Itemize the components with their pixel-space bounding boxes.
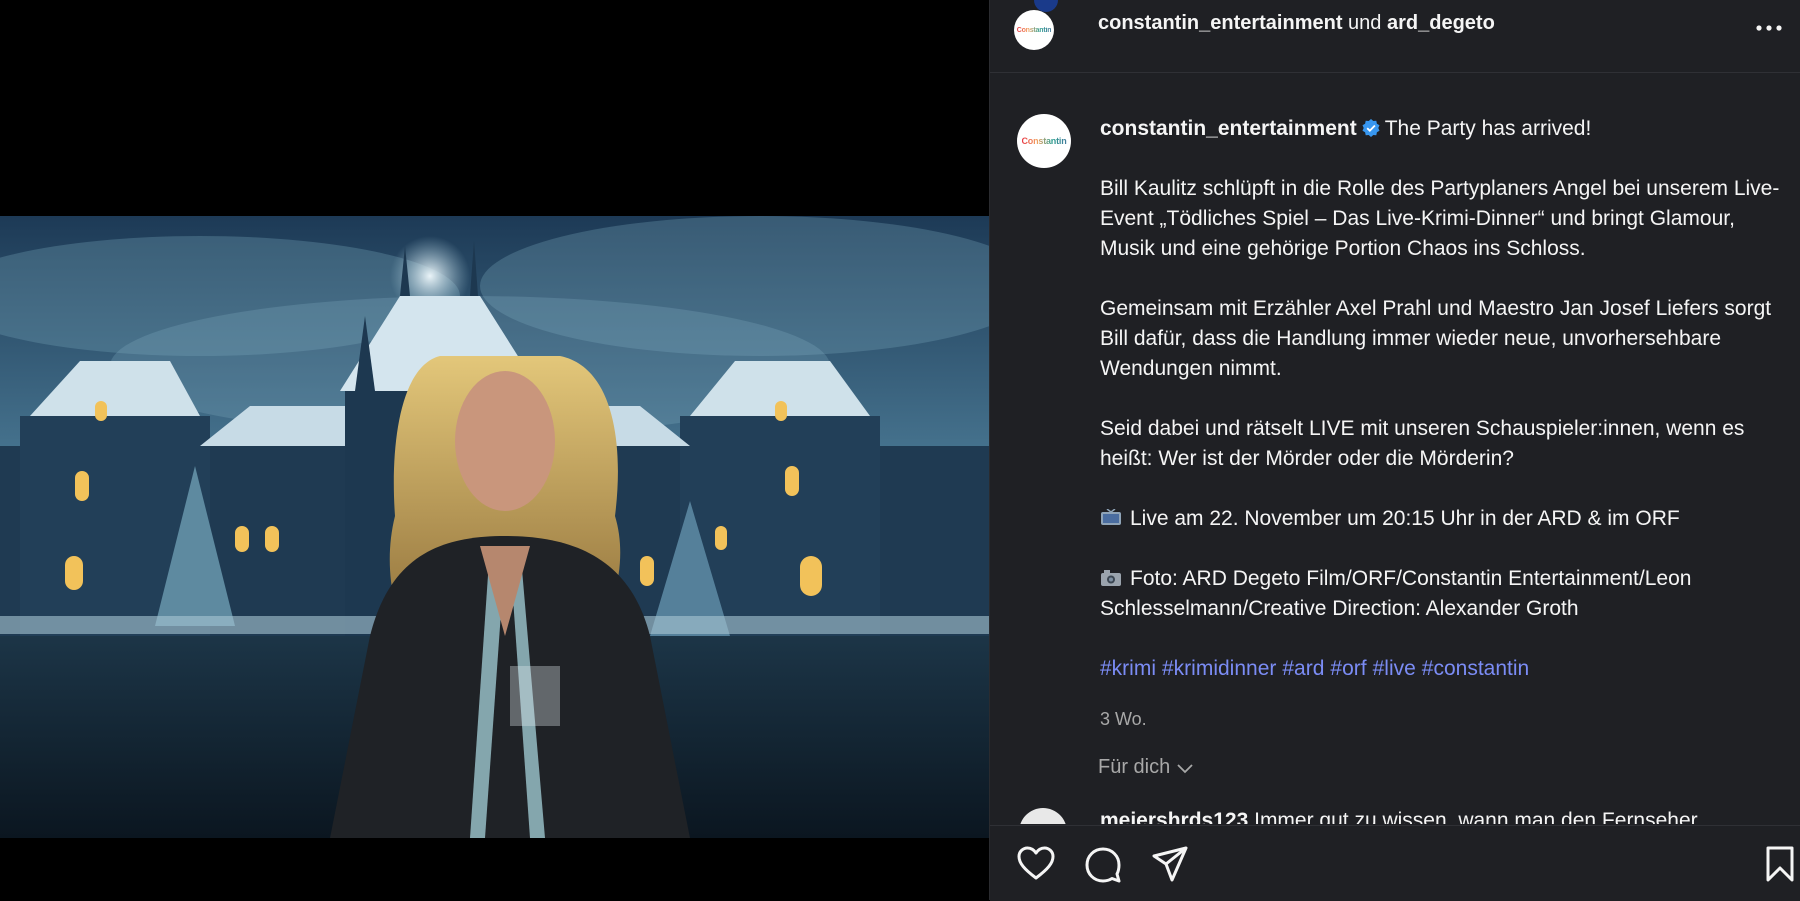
comment-text: Immer gut zu wissen, wann man den Fernse… [1254,809,1698,824]
caption-photo-line: Foto: ARD Degeto Film/ORF/Constantin Ent… [1100,567,1692,620]
header-avatar[interactable]: Constantin [1014,10,1054,50]
post-panel: Constantin constantin_entertainment und … [989,0,1800,901]
comment-icon[interactable] [1083,844,1123,884]
hashtag-krimi[interactable]: #krimi [1100,657,1156,680]
caption-paragraph-1: Bill Kaulitz schlüpft in die Rolle des P… [1100,177,1780,260]
hashtag-orf[interactable]: #orf [1330,657,1366,680]
bookmark-icon[interactable] [1760,844,1800,884]
hashtag-list: #krimi #krimidinner #ard #orf #live #constant… [1100,654,1790,684]
send-icon[interactable] [1150,844,1190,884]
post-timestamp[interactable]: 3 Wo. [1100,704,1790,734]
post-image[interactable] [0,216,989,838]
comment-username[interactable]: meiershrds123 [1100,809,1248,824]
post-header: Constantin constantin_entertainment und … [990,0,1800,73]
caption-username[interactable]: constantin_entertainment [1100,117,1357,140]
more-icon[interactable] [1753,18,1785,38]
caption-live-line: Live am 22. November um 20:15 Uhr in der… [1130,507,1680,530]
header-joiner: und [1348,12,1382,34]
caption-body: constantin_entertainment The Party has ar… [1100,114,1790,734]
caption-paragraph-3: Seid dabei und rätselt LIVE mit unseren … [1100,417,1745,470]
avatar-logo: Constantin [1016,26,1052,34]
verified-icon [1362,119,1380,137]
comment-sort-dropdown[interactable]: Für dich [1098,756,1194,779]
comment-avatar[interactable] [1017,808,1071,824]
hashtag-ard[interactable]: #ard [1282,657,1324,680]
caption-headline: The Party has arrived! [1384,117,1592,140]
tv-icon [1101,509,1121,525]
header-account-1[interactable]: constantin_entertainment [1098,12,1342,34]
castle-scene-image [0,216,989,838]
post-media [0,0,989,900]
caption-avatar[interactable]: Constantin [1017,114,1071,168]
hashtag-krimidinner[interactable]: #krimidinner [1162,657,1276,680]
comment-item: meiershrds123 Immer gut zu wissen, wann … [1100,808,1790,824]
comment-sort-label: Für dich [1098,756,1171,778]
camera-icon [1101,570,1121,586]
avatar-logo: Constantin [1021,136,1067,146]
action-bar [990,825,1800,901]
hashtag-constantin[interactable]: #constantin [1422,657,1529,680]
heart-icon[interactable] [1016,844,1056,884]
hashtag-live[interactable]: #live [1373,657,1416,680]
header-account-2[interactable]: ard_degeto [1387,12,1495,34]
chevron-down-icon [1177,763,1193,773]
header-accounts: constantin_entertainment und ard_degeto [1098,10,1495,36]
caption-paragraph-2: Gemeinsam mit Erzähler Axel Prahl und Ma… [1100,297,1772,380]
